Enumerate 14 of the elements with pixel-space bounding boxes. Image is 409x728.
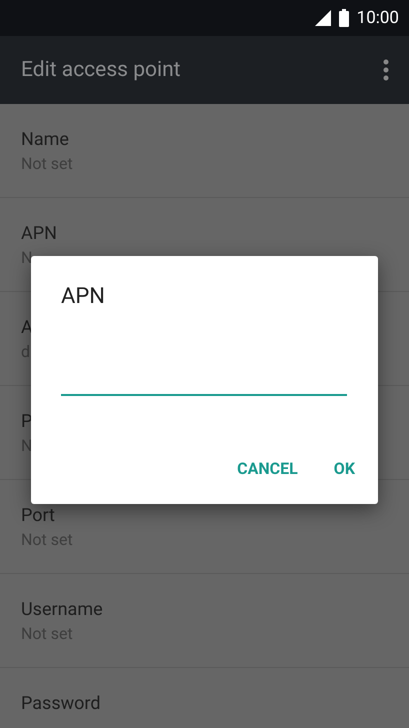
setting-title: Username (21, 598, 103, 622)
setting-title: APN (21, 222, 57, 246)
setting-title: Port (21, 504, 55, 528)
battery-icon (338, 9, 349, 27)
more-options-icon[interactable] (383, 59, 389, 81)
clock: 10:00 (356, 8, 399, 28)
setting-title: Name (21, 128, 69, 152)
signal-icon (314, 10, 331, 26)
cancel-button[interactable]: CANCEL (223, 451, 312, 486)
ok-button[interactable]: OK (320, 451, 369, 486)
screen-title: Edit access point (21, 58, 181, 82)
setting-title: Password (21, 692, 101, 716)
dialog-title: APN (61, 284, 105, 309)
setting-title: P (21, 410, 32, 434)
